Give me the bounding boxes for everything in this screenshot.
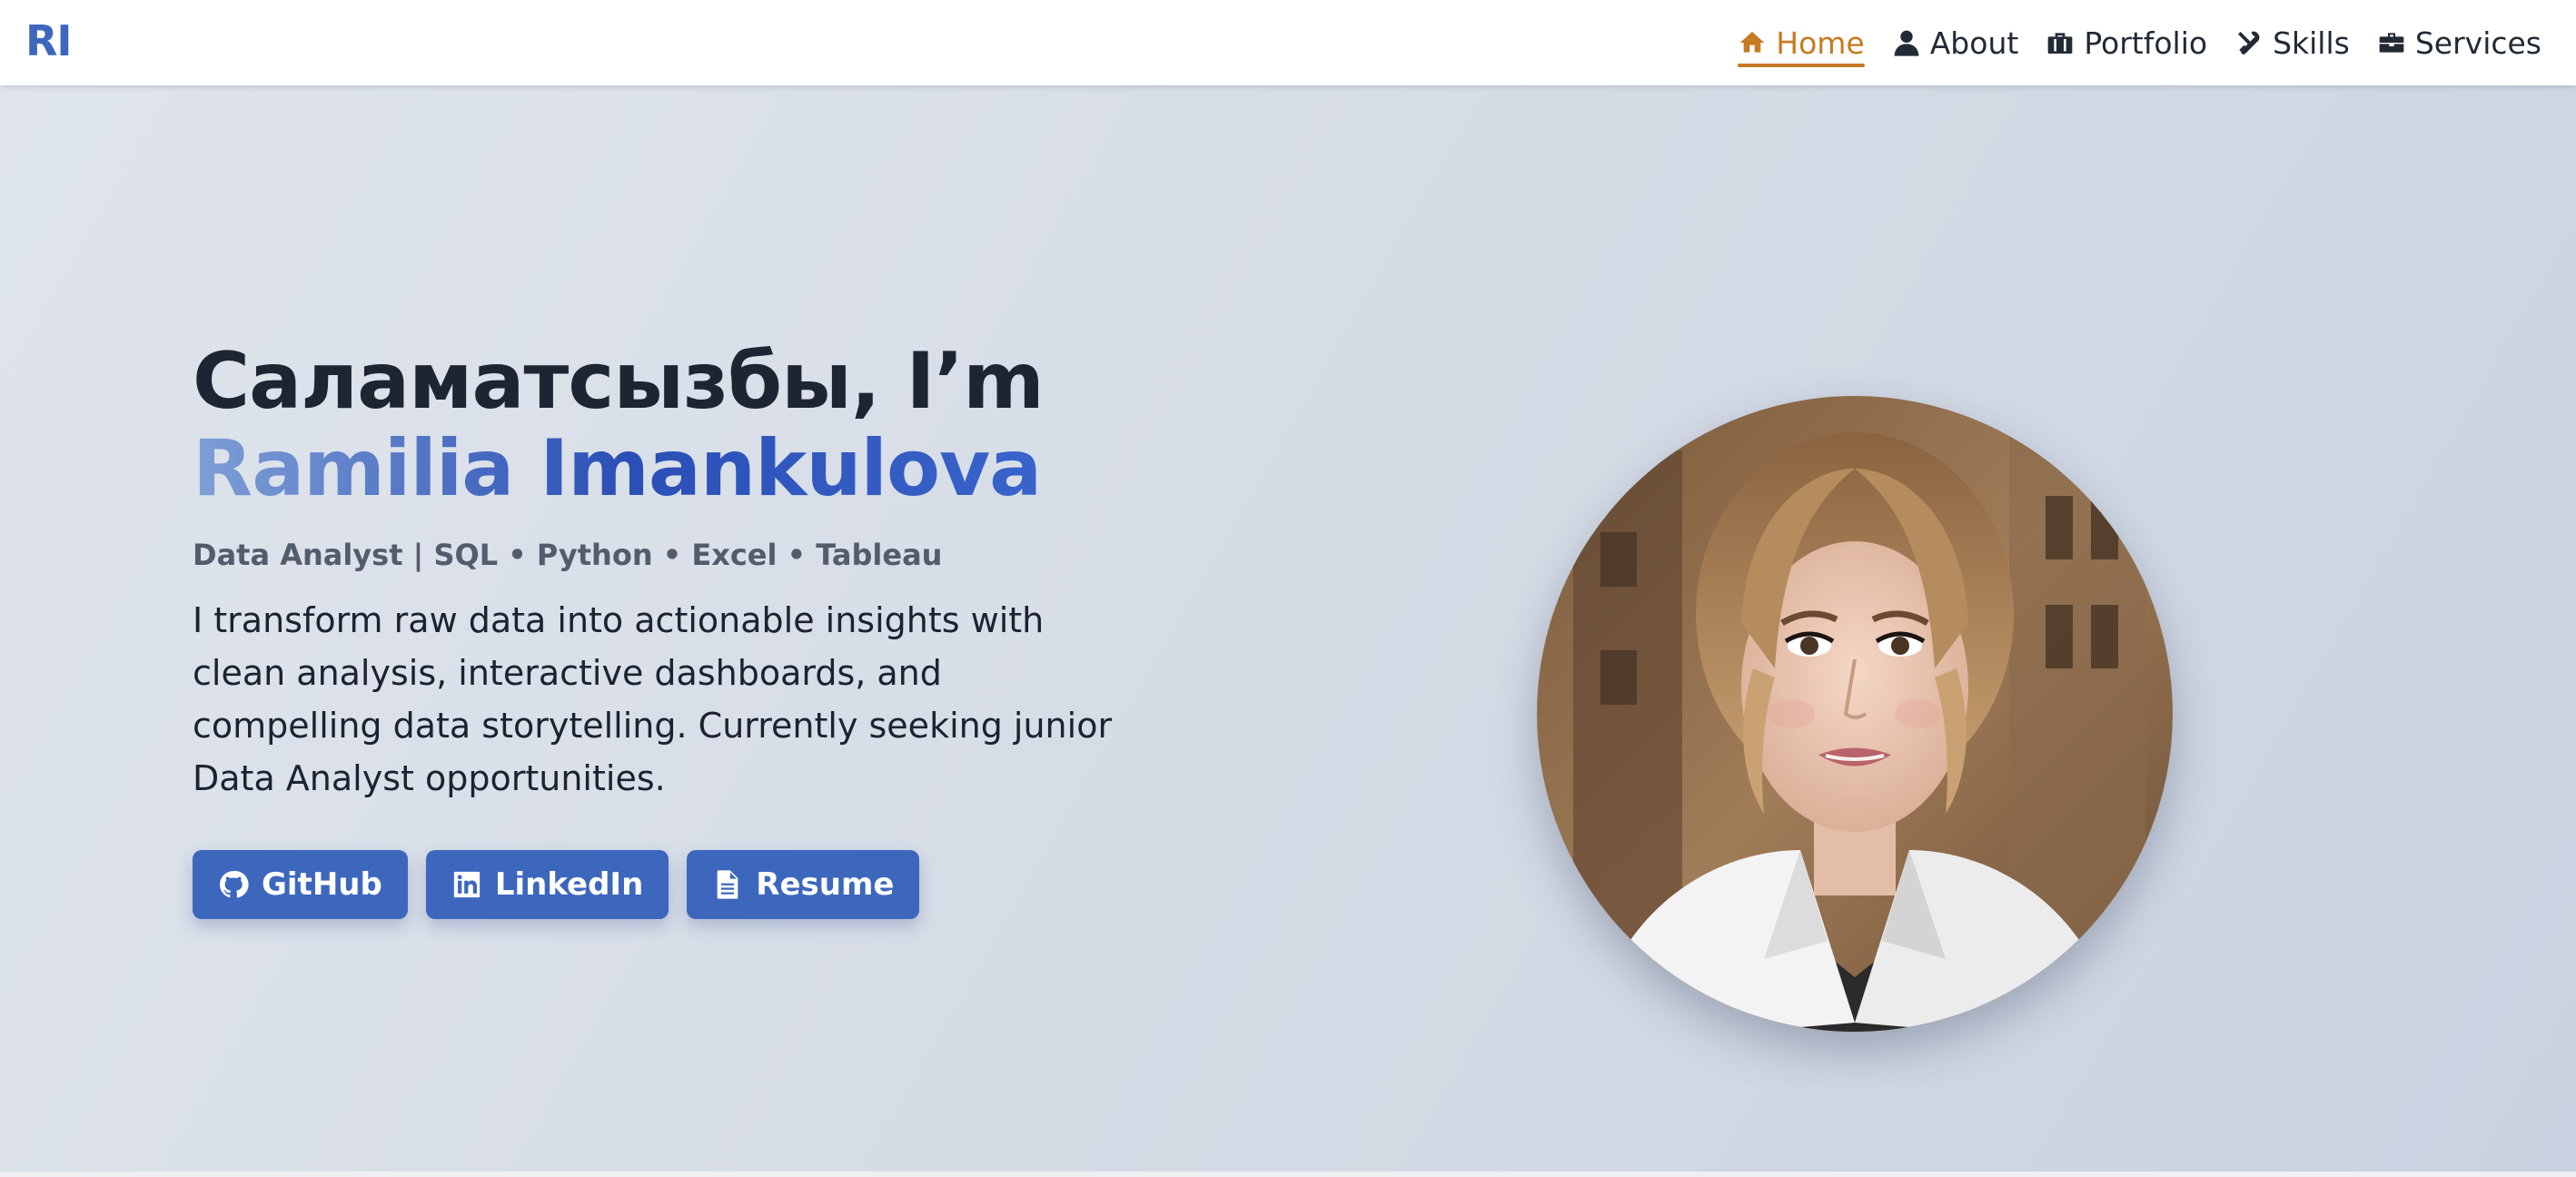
user-icon	[1894, 30, 1919, 56]
hero-text: Саламатсызбы, I’m Ramilia Imankulova Dat…	[193, 338, 1155, 919]
hero-tagline: Data Analyst | SQL • Python • Excel • Ta…	[193, 538, 943, 572]
linkedin-button[interactable]: LinkedIn	[425, 850, 669, 919]
profile-photo	[1537, 396, 2173, 1032]
github-button-label: GitHub	[262, 866, 382, 903]
hero-section: Саламатсызбы, I’m Ramilia Imankulova Dat…	[0, 85, 2576, 1172]
resume-button-label: Resume	[756, 866, 895, 903]
home-icon	[1739, 32, 1765, 53]
nav-item-services[interactable]: Services	[2377, 0, 2541, 85]
section-divider	[0, 1172, 2576, 1177]
toolbox-icon	[2379, 33, 2404, 53]
hero-buttons: GitHub LinkedIn Resume	[193, 850, 1155, 919]
github-icon	[219, 871, 249, 898]
linkedin-icon	[453, 871, 480, 898]
nav-item-label: Portfolio	[2084, 25, 2208, 61]
navbar: RI Home About Portfolio Skills Services	[0, 0, 2576, 85]
github-button[interactable]: GitHub	[193, 850, 408, 919]
file-icon	[717, 870, 738, 899]
briefcase-icon	[2047, 33, 2073, 54]
resume-button[interactable]: Resume	[687, 850, 920, 919]
hero-description: I transform raw data into actionable ins…	[193, 600, 1113, 798]
portrait-illustration	[1537, 396, 2173, 1032]
nav-item-portfolio[interactable]: Portfolio	[2046, 0, 2207, 85]
logo[interactable]: RI	[25, 16, 73, 65]
nav-item-label: About	[1929, 25, 2019, 61]
hero-greeting: Саламатсызбы, I’m	[193, 336, 1045, 427]
linkedin-button-label: LinkedIn	[494, 866, 644, 903]
nav-item-label: Home	[1776, 25, 1865, 61]
nav-item-label: Services	[2414, 25, 2541, 61]
nav-item-about[interactable]: About	[1892, 0, 2019, 85]
nav-item-skills[interactable]: Skills	[2234, 0, 2350, 85]
nav-links: Home About Portfolio Skills Services	[1738, 0, 2541, 85]
nav-item-label: Skills	[2273, 25, 2350, 61]
hero-name: Ramilia Imankulova	[193, 425, 1155, 512]
nav-item-home[interactable]: Home	[1738, 0, 1866, 85]
tools-icon	[2238, 31, 2260, 54]
